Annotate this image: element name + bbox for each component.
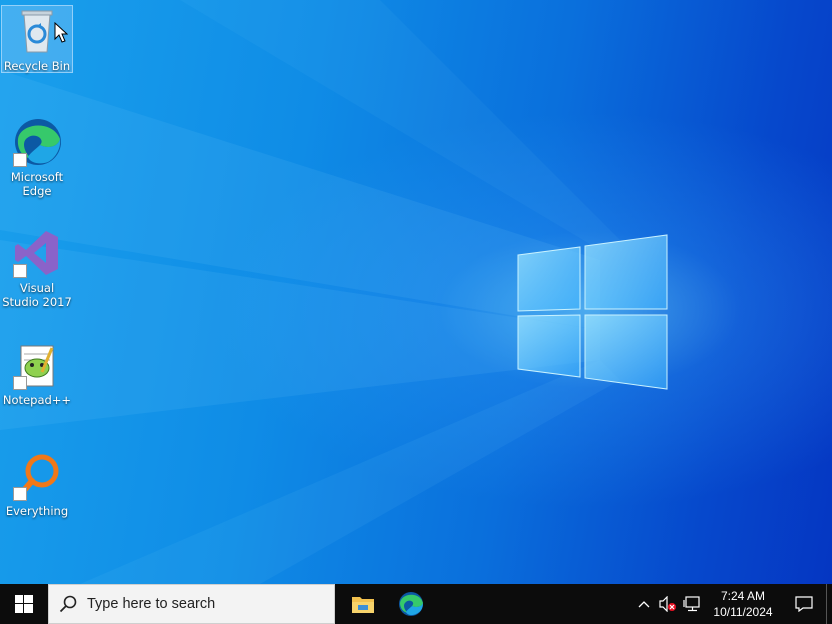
search-placeholder: Type here to search — [87, 596, 216, 612]
desktop-background[interactable]: Recycle Bin Microsoft Edge Visual Studio… — [0, 0, 832, 584]
chevron-up-icon — [638, 601, 650, 608]
mouse-cursor-icon — [54, 22, 68, 43]
windows-start-icon — [15, 595, 33, 613]
edge-icon — [399, 592, 423, 616]
clock[interactable]: 7:24 AM 10/11/2024 — [710, 588, 776, 620]
desktop-icon-label: Recycle Bin — [3, 59, 71, 73]
everything-search-icon — [12, 451, 62, 501]
notepad-plus-plus-icon — [12, 340, 62, 390]
network-icon — [683, 596, 700, 612]
speaker-muted-icon — [659, 596, 676, 612]
system-tray: 7:24 AM 10/11/2024 — [632, 584, 832, 624]
show-desktop-button[interactable] — [826, 584, 832, 624]
desktop-icon-notepad-plus-plus[interactable]: Notepad++ — [2, 340, 72, 407]
taskbar-file-explorer-button[interactable] — [339, 584, 387, 624]
visual-studio-icon — [12, 228, 62, 278]
start-button[interactable] — [0, 584, 48, 624]
clock-time: 7:24 AM — [720, 589, 766, 603]
show-hidden-icons-button[interactable] — [632, 584, 656, 624]
taskbar: Type here to search 7:24 AM 10/11/2024 — [0, 584, 832, 624]
windows-logo-wallpaper — [517, 234, 668, 390]
file-explorer-icon — [352, 597, 374, 613]
search-icon — [59, 595, 77, 613]
action-center-button[interactable] — [782, 584, 826, 624]
edge-icon — [12, 117, 62, 167]
desktop-icon-label: Everything — [5, 504, 69, 518]
shortcut-arrow-icon — [13, 264, 27, 278]
taskbar-edge-button[interactable] — [387, 584, 435, 624]
shortcut-arrow-icon — [13, 487, 27, 501]
volume-button[interactable] — [656, 584, 680, 624]
notification-icon — [795, 596, 813, 612]
shortcut-arrow-icon — [13, 376, 27, 390]
desktop-icon-label: Microsoft Edge — [10, 170, 64, 198]
desktop-icon-everything[interactable]: Everything — [2, 451, 72, 518]
desktop-icon-microsoft-edge[interactable]: Microsoft Edge — [2, 117, 72, 198]
network-button[interactable] — [680, 584, 704, 624]
desktop-icon-label: Visual Studio 2017 — [2, 281, 72, 309]
shortcut-arrow-icon — [13, 153, 27, 167]
wallpaper-light-beams — [0, 0, 620, 584]
desktop-icon-visual-studio-2017[interactable]: Visual Studio 2017 — [2, 228, 72, 309]
desktop-icon-label: Notepad++ — [2, 393, 72, 407]
clock-date: 10/11/2024 — [713, 605, 773, 619]
taskbar-search-box[interactable]: Type here to search — [48, 584, 335, 624]
